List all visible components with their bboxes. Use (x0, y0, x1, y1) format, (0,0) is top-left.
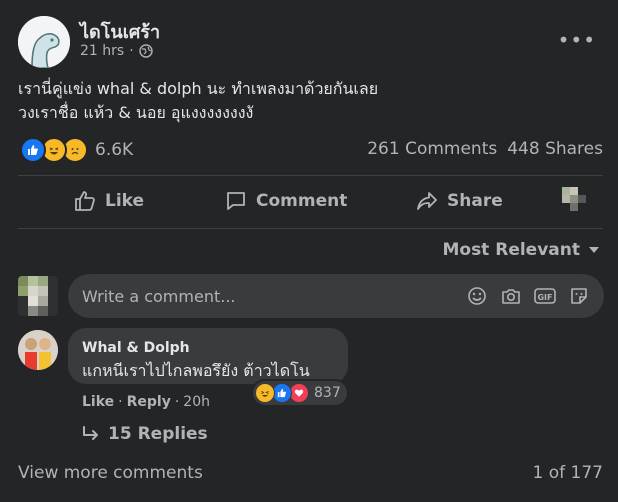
like-button[interactable]: Like (73, 188, 144, 214)
current-user-avatar[interactable] (18, 276, 58, 316)
comment-icon (227, 192, 245, 210)
comment-reaction-count: 837 (314, 385, 341, 401)
share-button[interactable]: Share (415, 188, 503, 214)
post-stats: 261 Comments 448 Shares (367, 139, 603, 159)
comment-button[interactable]: Comment (224, 188, 347, 214)
divider (18, 228, 603, 229)
post-text-line-2: วงเราชื่อ แห้ว & นอย อุแงงงงงงงงั (18, 103, 254, 122)
page-avatar[interactable] (18, 16, 70, 68)
view-more-comments-link[interactable]: View more comments (18, 463, 203, 483)
reply-arrow-icon (83, 426, 98, 440)
comment-time[interactable]: 20h (183, 394, 210, 410)
reaction-count: 6.6K (95, 140, 134, 160)
comment-label: Comment (256, 191, 348, 211)
comment-input[interactable] (68, 285, 466, 307)
emoji-icon[interactable] (466, 285, 488, 307)
svg-text:GIF: GIF (537, 293, 552, 302)
comments-count[interactable]: 261 Comments (367, 139, 497, 159)
caret-down-icon (589, 247, 599, 253)
comment-author[interactable]: Whal & Dolph (82, 340, 190, 356)
share-icon (417, 192, 437, 210)
gif-icon[interactable]: GIF (534, 285, 556, 307)
post-text-line-1: เรานี่คู่แข่ง whal & dolph นะ ทำเพลงมาด้… (18, 79, 379, 98)
comment-sort-dropdown[interactable]: Most Relevant (442, 240, 600, 260)
camera-icon[interactable] (500, 285, 522, 307)
divider (18, 175, 603, 176)
thumbs-up-icon (75, 191, 95, 211)
sticker-icon[interactable] (568, 285, 590, 307)
post-text: เรานี่คู่แข่ง whal & dolph นะ ทำเพลงมาด้… (18, 77, 378, 125)
separator-dot: · (174, 394, 180, 410)
comment-page-count: 1 of 177 (532, 463, 603, 483)
love-reaction-icon (289, 383, 309, 403)
view-replies-button[interactable]: 15 Replies (82, 424, 208, 444)
reaction-summary[interactable]: 6.6K (20, 137, 133, 163)
shares-count[interactable]: 448 Shares (507, 139, 603, 159)
like-reaction-icon (20, 137, 46, 163)
separator-dot: · (129, 43, 134, 59)
page-name[interactable]: ไดโนเศร้า (80, 17, 160, 46)
globe-icon[interactable] (138, 44, 153, 58)
comment-reply-link[interactable]: Reply (127, 394, 171, 410)
separator-dot: · (118, 394, 123, 410)
post-time[interactable]: 21 hrs (80, 43, 124, 59)
dinosaur-icon (18, 16, 70, 68)
comment-reactions[interactable]: 837 (253, 381, 347, 405)
haha-reaction-icon (255, 383, 275, 403)
share-label: Share (447, 191, 503, 211)
share-as-avatar[interactable] (556, 183, 594, 213)
post-meta: 21 hrs · (80, 43, 153, 59)
comment-composer[interactable]: GIF (68, 274, 604, 318)
comment-author-avatar[interactable] (18, 330, 58, 370)
comment-like-link[interactable]: Like (82, 394, 114, 410)
more-options-icon[interactable]: ••• (558, 28, 596, 52)
like-reaction-icon (272, 383, 292, 403)
sort-label: Most Relevant (442, 240, 580, 260)
replies-label: 15 Replies (108, 424, 208, 444)
comment-actions: Like · Reply · 20h (82, 394, 210, 410)
like-label: Like (105, 191, 145, 211)
